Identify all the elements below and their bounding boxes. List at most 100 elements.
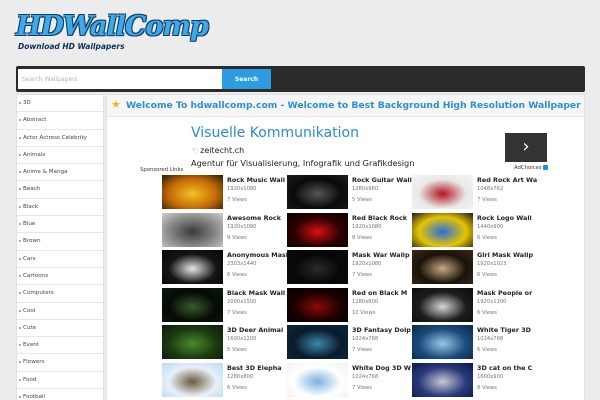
ad-title[interactable]: Visuelle Kommunikation	[191, 125, 359, 141]
wallpaper-card[interactable]: Rock Guitar Wall 1280x960 5 Views	[287, 175, 412, 211]
site-logo[interactable]: HDWallComp Download HD Wallpapers	[16, 12, 209, 56]
wallpaper-card[interactable]: Black Mask Wall 2000x1500 7 Views	[162, 287, 287, 324]
wallpaper-views: 6 Views	[477, 272, 497, 278]
wallpaper-thumbnail[interactable]	[412, 212, 473, 247]
wallpaper-title[interactable]: Awesome Rock	[227, 214, 287, 222]
category-sidebar: 3D Abstract Actor Actress Celebrity Animals…	[16, 94, 104, 400]
wallpaper-resolution: 1920x1080	[227, 223, 257, 230]
wallpaper-title[interactable]: White Tiger 3D	[477, 326, 537, 334]
wallpaper-thumbnail[interactable]	[287, 362, 348, 397]
wallpaper-card[interactable]: 3D Deer Animal 1600x1200 5 Views	[162, 325, 287, 361]
wallpaper-views: 7 Views	[227, 309, 247, 316]
wallpaper-thumbnail[interactable]	[412, 175, 473, 209]
sidebar-item[interactable]: Cool	[17, 303, 103, 320]
wallpaper-card[interactable]: Rock Logo Wall 1440x900 6 Views	[412, 212, 537, 249]
wallpaper-title[interactable]: Girl Mask Wallp	[477, 251, 537, 259]
wallpaper-thumbnail[interactable]	[162, 250, 223, 284]
wallpaper-resolution: 1920x1200	[477, 298, 507, 305]
wallpaper-title[interactable]: White Dog 3D W	[352, 364, 412, 372]
wallpaper-title[interactable]: Best 3D Elepha	[227, 364, 287, 372]
wallpaper-thumbnail[interactable]	[162, 212, 223, 247]
wallpaper-resolution: 2000x1500	[227, 298, 257, 305]
wallpaper-resolution: 1024x768	[352, 336, 379, 342]
sidebar-item[interactable]: Blue	[17, 216, 103, 234]
wallpaper-views: 8 Views	[477, 384, 497, 391]
wallpaper-card[interactable]: Best 3D Elepha 1280x800 6 Views	[162, 362, 287, 399]
wallpaper-thumbnail[interactable]	[412, 287, 473, 322]
cursor-icon: ☜	[191, 146, 199, 155]
ad-host[interactable]: ☜ zeitecht.ch	[191, 146, 244, 155]
wallpaper-title[interactable]: Rock Music Wall	[227, 176, 287, 184]
wallpaper-thumbnail[interactable]	[287, 287, 348, 322]
wallpaper-resolution: 1920x1080	[352, 261, 382, 267]
search-input[interactable]	[18, 69, 222, 89]
sidebar-item[interactable]: Food	[17, 372, 103, 390]
wallpaper-card[interactable]: White Tiger 3D 1024x768 6 Views	[412, 325, 537, 361]
sidebar-item[interactable]: Brown	[17, 233, 103, 251]
wallpaper-thumbnail[interactable]	[412, 325, 473, 359]
wallpaper-title[interactable]: Red on Black M	[352, 289, 412, 297]
sidebar-item[interactable]: 3D	[17, 95, 103, 113]
search-bar: Search	[16, 66, 585, 92]
wallpaper-title[interactable]: Red Black Rock	[352, 214, 412, 222]
wallpaper-card[interactable]: White Dog 3D W 1024x768 7 Views	[287, 362, 412, 399]
sidebar-item[interactable]: Cartoons	[17, 268, 103, 286]
wallpaper-thumbnail[interactable]	[287, 325, 348, 359]
wallpaper-thumbnail[interactable]	[287, 212, 348, 247]
ad-arrow-button[interactable]: ›	[505, 133, 547, 162]
sidebar-item[interactable]: Abstract	[17, 112, 103, 130]
wallpaper-thumbnail[interactable]	[412, 362, 473, 397]
sidebar-item[interactable]: Beach	[17, 181, 103, 199]
wallpaper-thumbnail[interactable]	[162, 325, 223, 359]
wallpaper-card[interactable]: Red Black Rock 1920x1080 8 Views	[287, 212, 412, 249]
wallpaper-card[interactable]: Girl Mask Wallp 1920x1023 6 Views	[412, 250, 537, 286]
wallpaper-title[interactable]: Rock Logo Wall	[477, 214, 537, 222]
wallpaper-thumbnail[interactable]	[287, 250, 348, 284]
sidebar-item[interactable]: Event	[17, 337, 103, 355]
wallpaper-title[interactable]: 3D Deer Animal	[227, 326, 287, 334]
sidebar-item[interactable]: Anime & Manga	[17, 164, 103, 182]
wallpaper-title[interactable]: 3D Fantasy Dolp	[352, 326, 412, 334]
wallpaper-views: 6 Views	[227, 384, 247, 391]
wallpaper-resolution: 1920x1023	[477, 261, 507, 267]
adchoices-icon	[542, 165, 548, 170]
wallpaper-card[interactable]: Rock Music Wall 1920x1080 7 Views	[162, 175, 287, 211]
wallpaper-views: 7 Views	[352, 272, 372, 278]
wallpaper-card[interactable]: Awesome Rock 1920x1080 9 Views	[162, 212, 287, 249]
wallpaper-resolution: 1440x900	[477, 223, 504, 230]
wallpaper-thumbnail[interactable]	[162, 287, 223, 322]
sidebar-item[interactable]: Flowers	[17, 354, 103, 372]
wallpaper-card[interactable]: 3D Fantasy Dolp 1024x768 7 Views	[287, 325, 412, 361]
wallpaper-title[interactable]: 3D cat on the C	[477, 364, 537, 372]
wallpaper-thumbnail[interactable]	[162, 175, 223, 209]
wallpaper-card[interactable]: Red on Black M 1280x800 10 Views	[287, 287, 412, 324]
wallpaper-card[interactable]: Mask War Wallp 1920x1080 7 Views	[287, 250, 412, 286]
wallpaper-resolution: 1280x960	[352, 186, 379, 192]
wallpaper-views: 9 Views	[227, 234, 247, 241]
wallpaper-title[interactable]: Rock Guitar Wall	[352, 176, 412, 184]
sidebar-item[interactable]: Cute	[17, 320, 103, 338]
adchoices-link[interactable]: AdChoices	[514, 165, 548, 171]
wallpaper-views: 8 Views	[352, 234, 372, 241]
wallpaper-thumbnail[interactable]	[162, 362, 223, 397]
sidebar-item[interactable]: Actor Actress Celebrity	[17, 130, 103, 147]
sidebar-item[interactable]: Black	[17, 199, 103, 217]
sidebar-item[interactable]: Football	[17, 389, 103, 400]
wallpaper-views: 6 Views	[477, 234, 497, 241]
wallpaper-title[interactable]: Mask People or	[477, 289, 537, 297]
wallpaper-title[interactable]: Anonymous Mask	[227, 251, 287, 259]
wallpaper-views: 7 Views	[227, 197, 247, 203]
wallpaper-title[interactable]: Black Mask Wall	[227, 289, 287, 297]
search-button[interactable]: Search	[222, 69, 271, 89]
sidebar-item[interactable]: Cars	[17, 251, 103, 268]
wallpaper-thumbnail[interactable]	[287, 175, 348, 209]
wallpaper-card[interactable]: Anonymous Mask 2303x1440 6 Views	[162, 250, 287, 286]
wallpaper-card[interactable]: 3D cat on the C 1600x900 8 Views	[412, 362, 537, 399]
sidebar-item[interactable]: Computers	[17, 285, 103, 303]
wallpaper-card[interactable]: Mask People or 1920x1200 6 Views	[412, 287, 537, 324]
wallpaper-title[interactable]: Mask War Wallp	[352, 251, 412, 259]
sidebar-item[interactable]: Animals	[17, 147, 103, 165]
wallpaper-card[interactable]: Red Rock Art Wall 1048x762 7 Views	[412, 175, 537, 211]
wallpaper-title[interactable]: Red Rock Art Wall	[477, 176, 537, 184]
wallpaper-thumbnail[interactable]	[412, 250, 473, 284]
